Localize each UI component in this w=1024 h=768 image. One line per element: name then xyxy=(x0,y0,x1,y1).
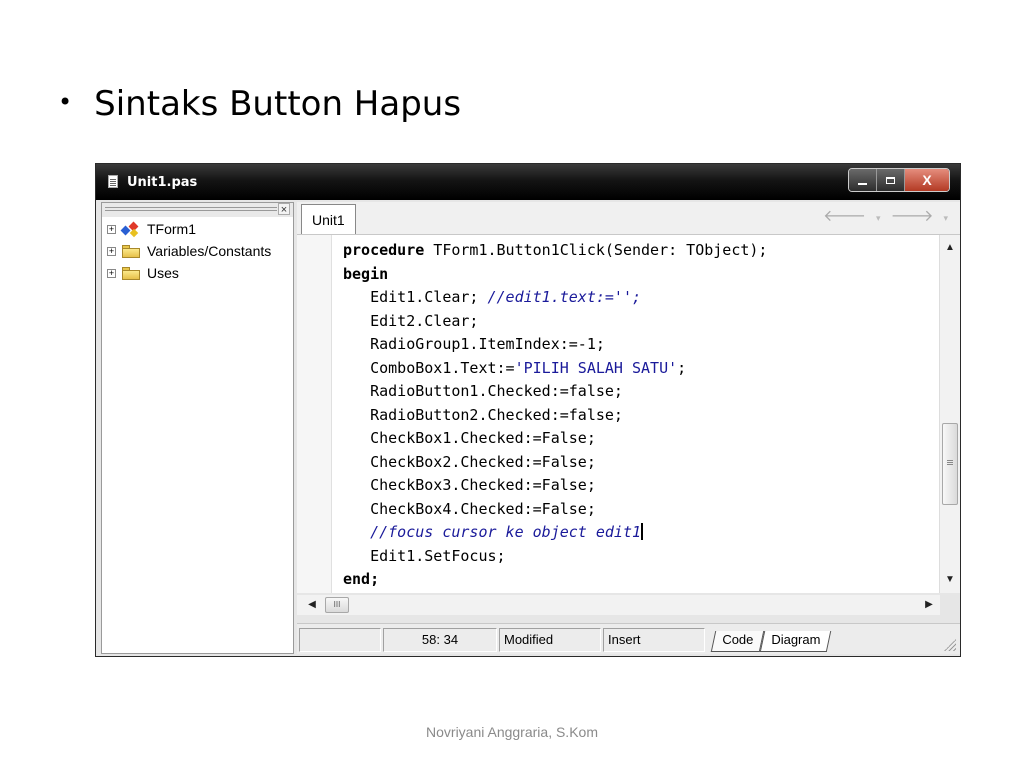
modified-status: Modified xyxy=(499,628,601,652)
tab-diagram[interactable]: Diagram xyxy=(759,631,832,652)
tree-item-label: Uses xyxy=(147,265,179,281)
expand-icon[interactable]: + xyxy=(107,224,116,234)
tree-item-label: TForm1 xyxy=(147,221,196,237)
scroll-right-icon[interactable]: ▶ xyxy=(920,595,938,615)
code-line: Edit1.Clear; //edit1.text:=''; xyxy=(343,288,642,306)
code-line: CheckBox2.Checked:=False; xyxy=(343,452,596,471)
code-line: RadioGroup1.ItemIndex:=-1; xyxy=(343,335,605,353)
class-icon xyxy=(120,221,140,238)
tab-code[interactable]: Code xyxy=(710,631,765,652)
status-bar: 58: 34 Modified Insert Code Diagram xyxy=(297,623,960,654)
code-line: CheckBox1.Checked:=False; xyxy=(343,429,596,447)
expand-icon[interactable]: + xyxy=(107,246,116,256)
panel-close-icon[interactable]: × xyxy=(278,203,290,216)
status-empty-cell xyxy=(299,628,381,652)
slide-title-text: Sintaks Button Hapus xyxy=(94,84,462,124)
resize-grip-icon[interactable] xyxy=(944,639,956,651)
maximize-button[interactable] xyxy=(877,169,905,191)
cursor-position: 58: 34 xyxy=(383,628,497,652)
tree-item-variables[interactable]: + Variables/Constants xyxy=(107,241,271,261)
tree-item-label: Variables/Constants xyxy=(147,243,272,259)
bullet-icon: • xyxy=(58,88,73,116)
forward-dropdown-icon[interactable]: ▾ xyxy=(943,208,948,228)
code-line: Edit1.SetFocus; xyxy=(343,546,506,565)
code-text[interactable]: procedure TForm1.Button1Click(Sender: TO… xyxy=(343,239,767,592)
document-icon xyxy=(108,175,118,188)
tree-item-tform1[interactable]: + TForm1 xyxy=(107,219,196,239)
editor-tabbar: Unit1 🡐 ▾ 🡒 ▾ xyxy=(297,202,960,235)
window-title: Unit1.pas xyxy=(127,175,198,190)
scroll-down-icon[interactable]: ▼ xyxy=(940,571,960,589)
window-controls: X xyxy=(848,168,950,192)
navigation-arrows: 🡐 ▾ 🡒 ▾ xyxy=(823,208,948,228)
tab-code-label: Code xyxy=(722,632,754,647)
minimize-button[interactable] xyxy=(849,169,877,191)
window-titlebar[interactable]: Unit1.pas X xyxy=(96,164,960,200)
tree-item-uses[interactable]: + Uses xyxy=(107,263,179,283)
minimize-icon xyxy=(858,183,867,185)
insert-mode-status: Insert xyxy=(603,628,705,652)
code-line: //focus cursor ke object edit1 xyxy=(370,523,644,541)
close-button[interactable]: X xyxy=(905,169,949,191)
code-line: CheckBox4.Checked:=False; xyxy=(343,499,596,518)
code-line: RadioButton1.Checked:=false; xyxy=(343,382,623,400)
code-editor-window: Unit1.pas X × + TForm1 + Variables/Const… xyxy=(95,163,961,657)
folder-icon xyxy=(122,266,140,280)
vertical-scroll-thumb[interactable] xyxy=(942,423,958,505)
view-tabs: Code Diagram xyxy=(710,628,832,652)
expand-icon[interactable]: + xyxy=(107,268,116,278)
code-line: Edit2.Clear; xyxy=(343,311,479,330)
tab-unit1[interactable]: Unit1 xyxy=(301,204,356,234)
grip-lines xyxy=(105,207,277,208)
forward-arrow-icon[interactable]: 🡒 xyxy=(891,208,934,228)
editor-panel: Unit1 🡐 ▾ 🡒 ▾ procedure TForm1.Button1Cl… xyxy=(297,202,960,654)
vertical-scrollbar[interactable]: ▲ ▼ xyxy=(939,235,960,593)
maximize-icon xyxy=(886,176,895,184)
scroll-left-icon[interactable]: ◀ xyxy=(303,595,321,615)
code-line: CheckBox3.Checked:=False; xyxy=(343,476,596,494)
code-explorer-panel: × + TForm1 + Variables/Constants + Uses xyxy=(101,202,294,654)
code-line: begin xyxy=(343,264,389,283)
panel-grip[interactable]: × xyxy=(102,203,293,217)
back-dropdown-icon[interactable]: ▾ xyxy=(876,208,881,228)
horizontal-scrollbar[interactable]: ◀ III ▶ xyxy=(297,595,940,615)
slide-title: • Sintaks Button Hapus xyxy=(58,84,461,124)
code-area[interactable]: procedure TForm1.Button1Click(Sender: TO… xyxy=(297,235,960,593)
slide-footer: Novriyani Anggraria, S.Kom xyxy=(426,724,598,740)
back-arrow-icon[interactable]: 🡐 xyxy=(823,208,866,228)
text-cursor xyxy=(641,523,644,540)
horizontal-scroll-thumb[interactable]: III xyxy=(325,597,349,613)
code-line: procedure TForm1.Button1Click(Sender: TO… xyxy=(343,241,768,259)
code-line: RadioButton2.Checked:=false; xyxy=(343,405,623,424)
scroll-up-icon[interactable]: ▲ xyxy=(940,239,960,257)
tab-diagram-label: Diagram xyxy=(771,632,821,647)
folder-icon xyxy=(122,244,140,258)
editor-gutter xyxy=(297,235,332,593)
code-line: ComboBox1.Text:='PILIH SALAH SATU'; xyxy=(343,358,687,377)
code-line: end; xyxy=(343,570,380,588)
